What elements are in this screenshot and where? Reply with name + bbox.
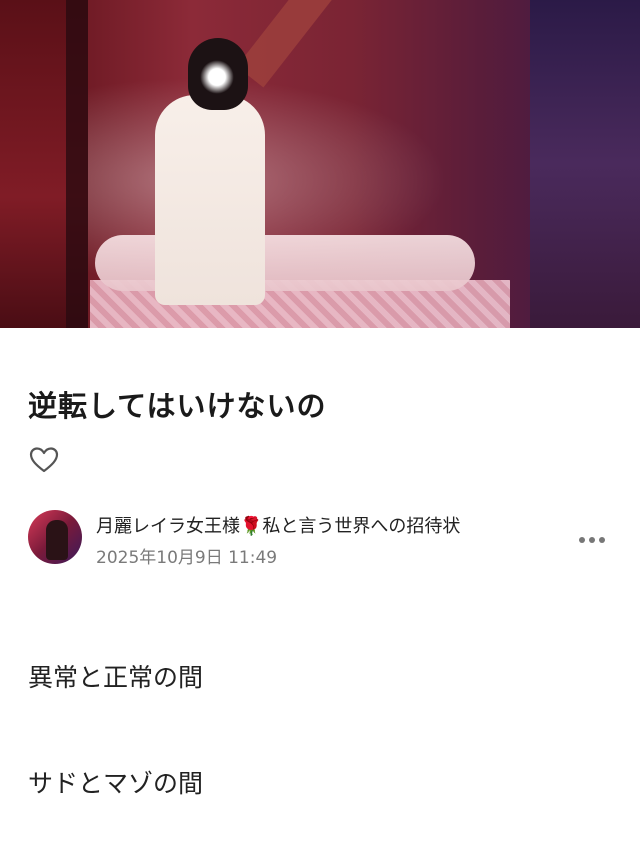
heart-outline-icon[interactable] xyxy=(28,444,60,476)
avatar[interactable] xyxy=(28,510,82,564)
hero-lying-figure xyxy=(95,235,475,291)
author-block: 月麗レイラ女王様🌹私と言う世界への招待状 2025年10月9日 11:49 xyxy=(28,510,612,568)
publish-date: 2025年10月9日 11:49 xyxy=(96,548,278,568)
hero-beam xyxy=(236,0,424,88)
author-tagline: 私と言う世界への招待状 xyxy=(262,516,461,537)
author-name-text: 月麗レイラ女王様 xyxy=(96,516,240,537)
hero-image xyxy=(0,0,640,328)
camera-flash xyxy=(200,60,234,94)
hero-wall xyxy=(530,0,640,328)
more-horizontal-icon[interactable] xyxy=(578,528,606,549)
article-title: 逆転してはいけないの xyxy=(28,389,327,423)
paragraph: サドとマゾの間 xyxy=(28,769,204,798)
author-name[interactable]: 月麗レイラ女王様🌹私と言う世界への招待状 xyxy=(96,512,460,538)
paragraph: 異常と正常の間 xyxy=(28,663,204,692)
hero-figure xyxy=(155,95,265,305)
hero-pole xyxy=(66,0,88,328)
rose-icon: 🌹 xyxy=(240,516,263,537)
